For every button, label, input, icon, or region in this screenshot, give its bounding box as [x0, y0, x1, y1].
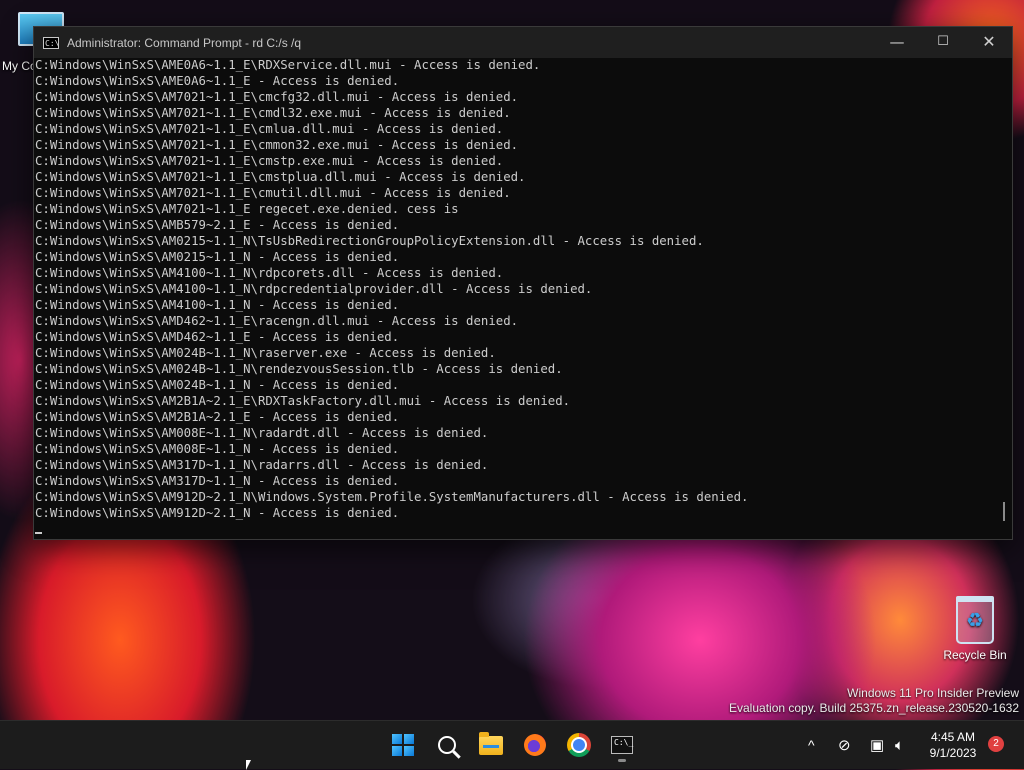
console-line: C:Windows\WinSxS\AM0215~1.1_N - Access i… — [35, 250, 400, 264]
maximize-button[interactable]: ☐ — [920, 27, 966, 58]
console-line: C:Windows\WinSxS\AM7021~1.1_E\cmcfg32.dl… — [35, 90, 519, 104]
network-icon[interactable]: ⊘ — [838, 721, 851, 769]
display-icon[interactable]: ▣ — [870, 721, 884, 769]
console-line: C:Windows\WinSxS\AM7021~1.1_E regecet.ex… — [35, 202, 459, 216]
console-line: C:Windows\WinSxS\AM7021~1.1_E\cmstplua.d… — [35, 170, 526, 184]
console-line: C:Windows\WinSxS\AM4100~1.1_N - Access i… — [35, 298, 400, 312]
watermark-build: Evaluation copy. Build 25375.zn_release.… — [729, 701, 1019, 715]
recycle-bin-label: Recycle Bin — [943, 648, 1007, 662]
terminal-icon: C:\_ — [611, 736, 633, 754]
console-line: C:Windows\WinSxS\AMB579~2.1_E - Access i… — [35, 218, 400, 232]
clock-time: 4:45 AM — [930, 730, 976, 744]
console-line: C:Windows\WinSxS\AM024B~1.1_N\raserver.e… — [35, 346, 496, 360]
firefox-icon — [524, 734, 546, 756]
console-line: C:Windows\WinSxS\AM2B1A~2.1_E - Access i… — [35, 410, 400, 424]
vertical-scrollbar[interactable] — [1003, 502, 1005, 521]
console-line: C:Windows\WinSxS\AM0215~1.1_N\TsUsbRedir… — [35, 234, 704, 248]
console-line: C:Windows\WinSxS\AME0A6~1.1_E\RDXService… — [35, 58, 541, 72]
console-line: C:Windows\WinSxS\AM7021~1.1_E\cmlua.dll.… — [35, 122, 504, 136]
window-titlebar[interactable]: C:\ Administrator: Command Prompt - rd C… — [34, 27, 1012, 58]
console-line: C:Windows\WinSxS\AM4100~1.1_N\rdpcredent… — [35, 282, 593, 296]
console-line: C:Windows\WinSxS\AM4100~1.1_N\rdpcorets.… — [35, 266, 504, 280]
start-button[interactable] — [387, 729, 419, 761]
console-line: C:Windows\WinSxS\AM008E~1.1_N - Access i… — [35, 442, 400, 456]
window-title: Administrator: Command Prompt - rd C:/s … — [67, 35, 302, 50]
console-line: C:Windows\WinSxS\AM317D~1.1_N\radarrs.dl… — [35, 458, 489, 472]
watermark-edition: Windows 11 Pro Insider Preview — [847, 686, 1019, 700]
clock-date: 9/1/2023 — [929, 746, 977, 760]
windows-logo-icon — [392, 734, 414, 756]
mouse-pointer-icon — [246, 760, 251, 770]
console-line: C:Windows\WinSxS\AM024B~1.1_N - Access i… — [35, 378, 400, 392]
show-hidden-icons-chevron-icon[interactable]: ^ — [808, 721, 815, 769]
console-line: C:Windows\WinSxS\AM024B~1.1_N\rendezvous… — [35, 362, 563, 376]
console-line: C:Windows\WinSxS\AM912D~2.1_N - Access i… — [35, 506, 400, 520]
console-line: C:Windows\WinSxS\AM2B1A~2.1_E\RDXTaskFac… — [35, 394, 571, 408]
console-line: C:Windows\WinSxS\AM008E~1.1_N\radardt.dl… — [35, 426, 489, 440]
console-line: C:Windows\WinSxS\AM7021~1.1_E\cmutil.dll… — [35, 186, 511, 200]
my-computer-label: My Co — [2, 59, 37, 73]
console-line: C:Windows\WinSxS\AM7021~1.1_E\cmstp.exe.… — [35, 154, 504, 168]
console-output[interactable]: C:Windows\WinSxS\AME0A6~1.1_E\RDXService… — [35, 58, 995, 536]
command-prompt-icon: C:\ — [43, 36, 60, 49]
console-line: C:Windows\WinSxS\AM912D~2.1_N\Windows.Sy… — [35, 490, 749, 504]
recycle-bin-desktop-icon[interactable]: ♻ Recycle Bin — [940, 596, 1010, 662]
folder-icon — [479, 731, 503, 755]
recycle-bin-icon: ♻ — [956, 596, 994, 644]
console-line: C:Windows\WinSxS\AM7021~1.1_E\cmmon32.ex… — [35, 138, 519, 152]
minimize-button[interactable]: — — [874, 27, 920, 58]
taskbar: C:\_ ^ ⊘ ▣ 🔈︎ 4:45 AM 9/1/2023 2 — [0, 720, 1024, 769]
evaluation-watermark: Windows 11 Pro Insider Preview Evaluatio… — [729, 686, 1019, 716]
console-line: C:Windows\WinSxS\AMD462~1.1_E\racengn.dl… — [35, 314, 519, 328]
console-line: C:Windows\WinSxS\AM7021~1.1_E\cmdl32.exe… — [35, 106, 511, 120]
firefox-button[interactable] — [519, 729, 551, 761]
file-explorer-button[interactable] — [475, 729, 507, 761]
close-button[interactable]: ✕ — [966, 27, 1012, 58]
console-line: C:Windows\WinSxS\AM317D~1.1_N - Access i… — [35, 474, 400, 488]
volume-icon[interactable]: 🔈︎ — [895, 721, 904, 769]
chrome-button[interactable] — [563, 729, 595, 761]
console-line: C:Windows\WinSxS\AMD462~1.1_E - Access i… — [35, 330, 400, 344]
search-button[interactable] — [431, 729, 463, 761]
command-prompt-window[interactable]: C:\ Administrator: Command Prompt - rd C… — [33, 26, 1013, 540]
command-prompt-taskbar-button[interactable]: C:\_ — [606, 729, 638, 762]
console-line: C:Windows\WinSxS\AME0A6~1.1_E - Access i… — [35, 74, 400, 88]
notification-badge[interactable]: 2 — [988, 736, 1004, 752]
chrome-icon — [567, 733, 591, 757]
text-cursor — [35, 532, 42, 534]
clock[interactable]: 4:45 AM 9/1/2023 — [922, 729, 984, 761]
active-indicator — [618, 759, 626, 762]
search-icon — [438, 736, 456, 754]
